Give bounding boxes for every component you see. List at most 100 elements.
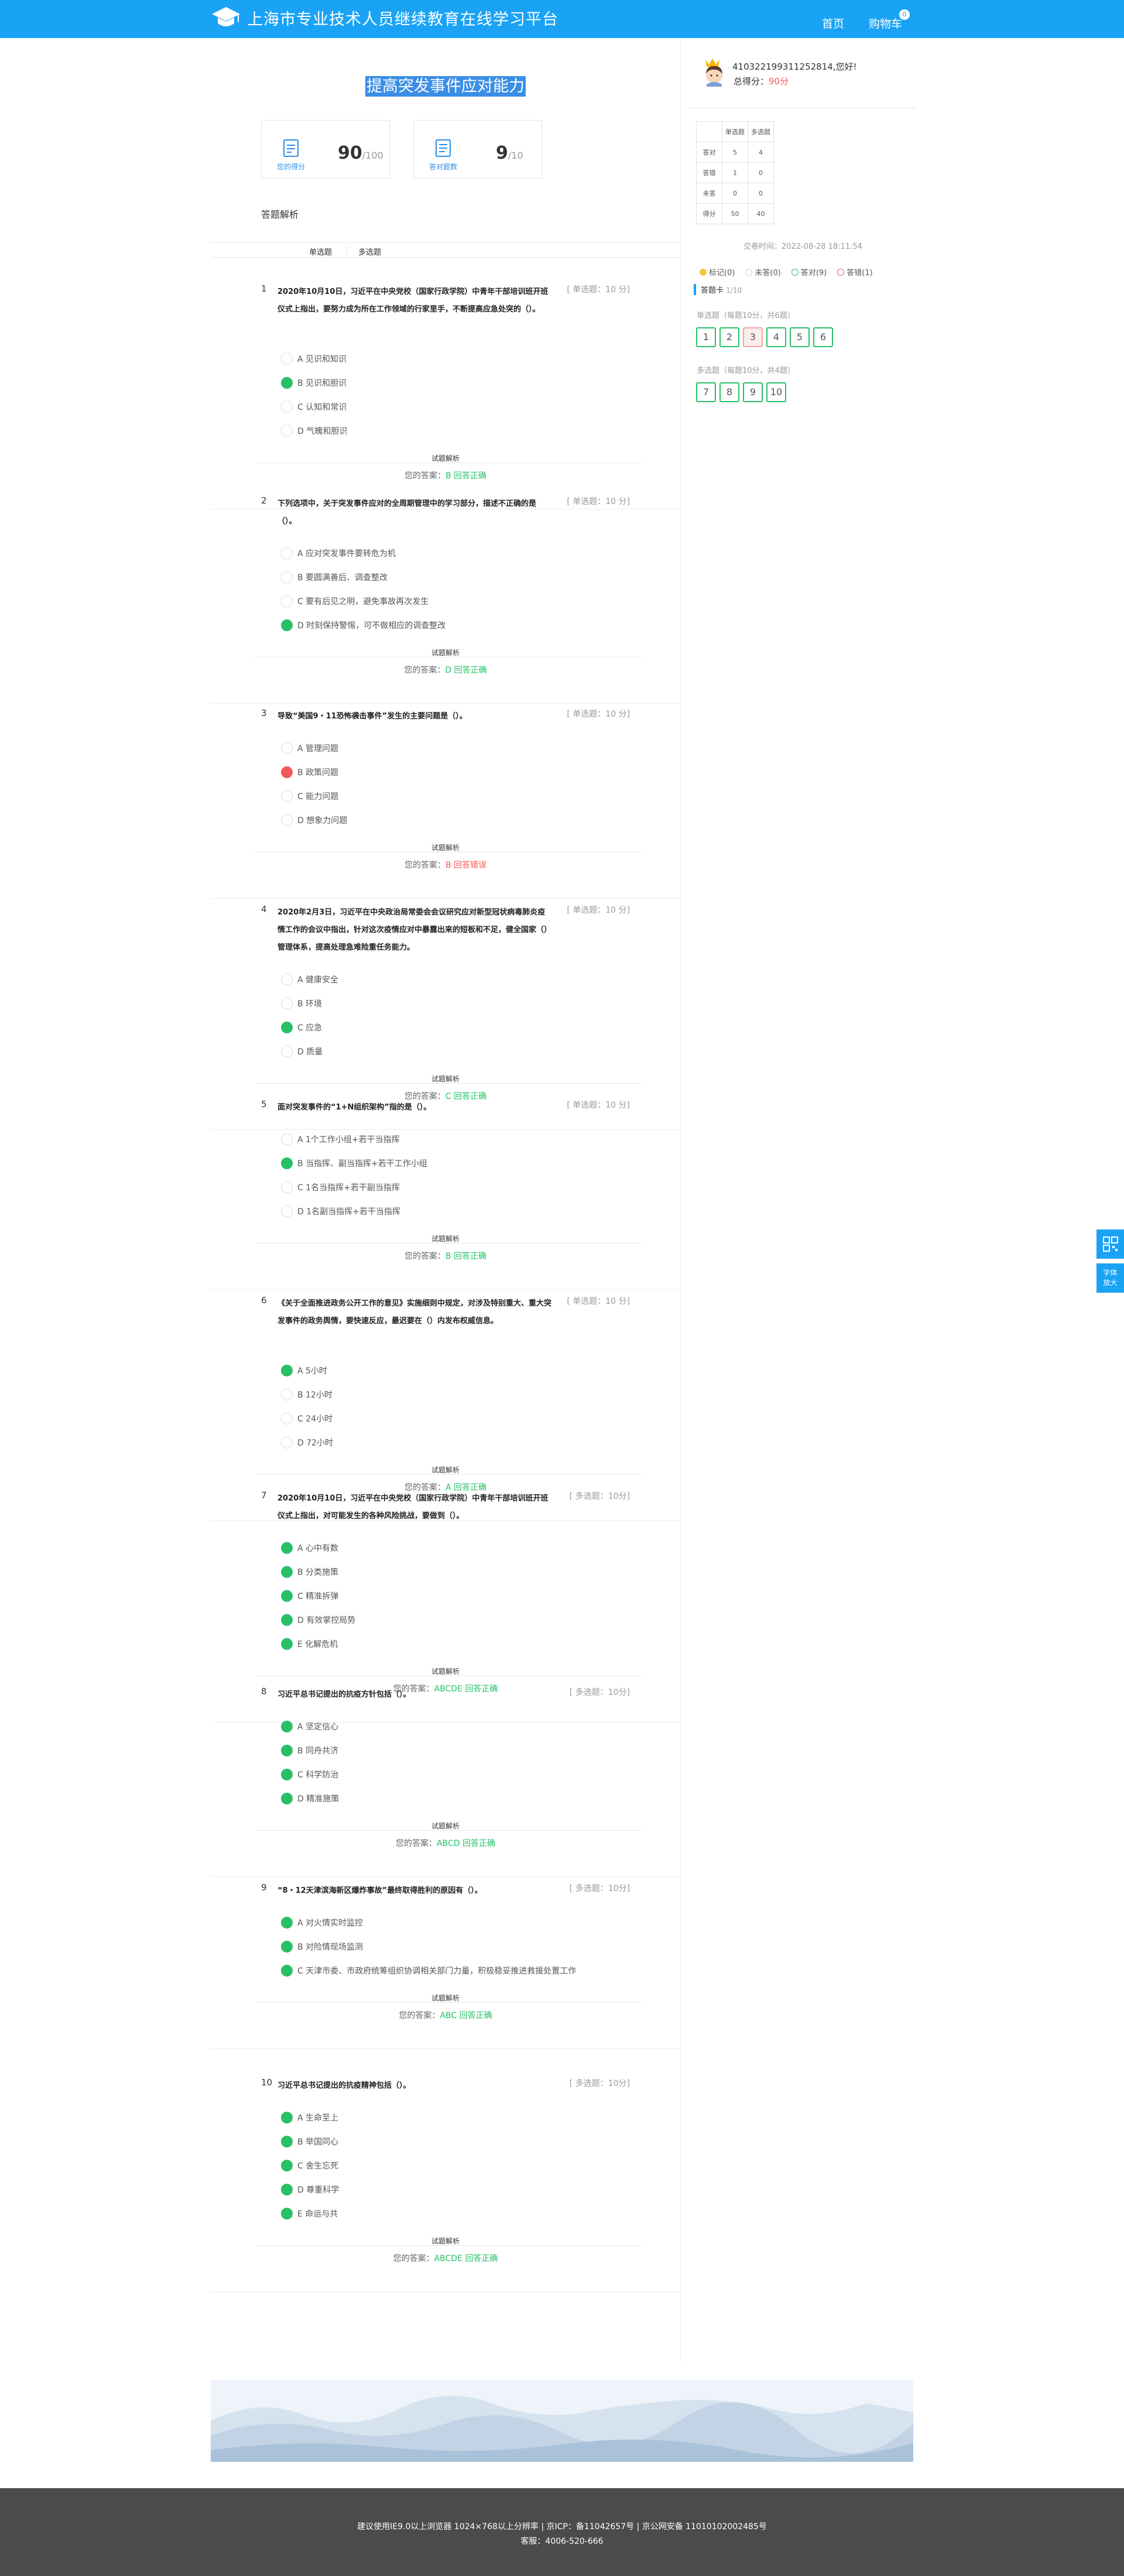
option-radio[interactable]	[281, 377, 293, 389]
option-radio[interactable]	[281, 2184, 293, 2195]
answer-option[interactable]: A 心中有数	[281, 1542, 338, 1554]
answer-card-question[interactable]: 5	[790, 327, 810, 347]
option-radio[interactable]	[281, 1941, 293, 1952]
answer-option[interactable]: C 能力问题	[281, 790, 338, 803]
explanation-toggle[interactable]: 试题解析	[261, 2236, 630, 2246]
answer-card-question[interactable]: 6	[813, 327, 833, 347]
option-radio[interactable]	[281, 353, 293, 365]
option-radio[interactable]	[281, 2160, 293, 2171]
answer-option[interactable]: C 要有后见之明，避免事故再次发生	[281, 595, 429, 608]
option-radio[interactable]	[281, 790, 293, 802]
answer-option[interactable]: C 舍生忘死	[281, 2159, 338, 2172]
answer-option[interactable]: B 要圆满善后、调查整改	[281, 571, 388, 584]
answer-option[interactable]: A 生命至上	[281, 2111, 338, 2124]
answer-option[interactable]: B 见识和胆识	[281, 376, 347, 389]
option-radio[interactable]	[281, 1205, 293, 1217]
option-radio[interactable]	[281, 595, 293, 607]
option-radio[interactable]	[281, 1769, 293, 1780]
answer-option[interactable]: C 24小时	[281, 1412, 333, 1425]
option-radio[interactable]	[281, 1638, 293, 1650]
answer-option[interactable]: B 分类施策	[281, 1566, 338, 1578]
option-radio[interactable]	[281, 1022, 293, 1033]
answer-option[interactable]: B 同舟共济	[281, 1744, 338, 1757]
option-radio[interactable]	[281, 1721, 293, 1732]
option-radio[interactable]	[281, 571, 293, 583]
answer-card-question[interactable]: 3	[743, 327, 763, 347]
answer-option[interactable]: D 时刻保持警惕，可不做相应的调查整改	[281, 619, 446, 632]
answer-option[interactable]: A 对火情实时监控	[281, 1916, 363, 1929]
answer-option[interactable]: C 科学防治	[281, 1768, 338, 1781]
answer-option[interactable]: C 1名当指挥+若干副当指挥	[281, 1181, 400, 1194]
answer-option[interactable]: B 12小时	[281, 1388, 333, 1401]
option-radio[interactable]	[281, 1157, 293, 1169]
option-radio[interactable]	[281, 1590, 293, 1602]
answer-card-question[interactable]: 8	[719, 382, 739, 402]
option-radio[interactable]	[281, 1133, 293, 1145]
answer-option[interactable]: D 尊重科学	[281, 2183, 339, 2196]
answer-option[interactable]: A 5小时	[281, 1364, 327, 1377]
answer-option[interactable]: E 化解危机	[281, 1638, 338, 1650]
site-logo[interactable]: 上海市专业技术人员继续教育在线学习平台	[211, 5, 558, 30]
option-radio[interactable]	[281, 401, 293, 413]
explanation-toggle[interactable]: 试题解析	[261, 1465, 630, 1475]
explanation-toggle[interactable]: 试题解析	[261, 1993, 630, 2003]
tab-single-choice[interactable]: 单选题	[309, 246, 332, 257]
explanation-toggle[interactable]: 试题解析	[261, 1821, 630, 1831]
answer-option[interactable]: C 天津市委、市政府统筹组织协调相关部门力量，积极稳妥推进救援处置工作	[281, 1964, 576, 1977]
answer-card-question[interactable]: 7	[696, 382, 716, 402]
option-radio[interactable]	[281, 1566, 293, 1578]
answer-option[interactable]: A 应对突发事件要转危为机	[281, 547, 396, 560]
tab-multi-choice[interactable]: 多选题	[358, 246, 381, 257]
answer-card-question[interactable]: 10	[766, 382, 786, 402]
option-radio[interactable]	[281, 1389, 293, 1400]
answer-option[interactable]: D 质量	[281, 1045, 323, 1058]
explanation-toggle[interactable]: 试题解析	[261, 453, 630, 463]
option-radio[interactable]	[281, 1046, 293, 1057]
answer-option[interactable]: C 应急	[281, 1021, 322, 1034]
option-radio[interactable]	[281, 974, 293, 985]
option-radio[interactable]	[281, 814, 293, 826]
answer-option[interactable]: E 命运与共	[281, 2207, 338, 2220]
nav-home-link[interactable]: 首页	[822, 15, 844, 31]
option-radio[interactable]	[281, 1437, 293, 1448]
answer-option[interactable]: B 对险情现场监测	[281, 1940, 363, 1953]
answer-option[interactable]: D 1名副当指挥+若干当指挥	[281, 1205, 400, 1218]
qr-code-button[interactable]	[1096, 1229, 1124, 1259]
option-radio[interactable]	[281, 1793, 293, 1804]
explanation-toggle[interactable]: 试题解析	[261, 648, 630, 657]
option-radio[interactable]	[281, 1745, 293, 1756]
answer-option[interactable]: B 政策问题	[281, 766, 338, 779]
option-radio[interactable]	[281, 742, 293, 754]
answer-option[interactable]: D 72小时	[281, 1436, 333, 1449]
answer-option[interactable]: B 举国同心	[281, 2135, 338, 2148]
explanation-toggle[interactable]: 试题解析	[261, 1074, 630, 1084]
option-radio[interactable]	[281, 619, 293, 631]
option-radio[interactable]	[281, 1181, 293, 1193]
option-radio[interactable]	[281, 547, 293, 559]
answer-option[interactable]: D 想象力问题	[281, 814, 347, 827]
answer-option[interactable]: D 精准施策	[281, 1792, 339, 1805]
answer-option[interactable]: C 精准拆弹	[281, 1590, 338, 1602]
font-enlarge-button[interactable]: 字体放大	[1096, 1263, 1124, 1293]
option-radio[interactable]	[281, 1965, 293, 1976]
option-radio[interactable]	[281, 998, 293, 1009]
option-radio[interactable]	[281, 2208, 293, 2219]
option-radio[interactable]	[281, 425, 293, 437]
answer-option[interactable]: C 认知和常识	[281, 400, 347, 413]
option-radio[interactable]	[281, 1413, 293, 1424]
explanation-toggle[interactable]: 试题解析	[261, 1234, 630, 1244]
answer-option[interactable]: A 坚定信心	[281, 1720, 338, 1733]
answer-option[interactable]: A 见识和知识	[281, 352, 347, 365]
option-radio[interactable]	[281, 1542, 293, 1554]
explanation-toggle[interactable]: 试题解析	[261, 842, 630, 852]
answer-card-question[interactable]: 9	[743, 382, 763, 402]
explanation-toggle[interactable]: 试题解析	[261, 1666, 630, 1676]
option-radio[interactable]	[281, 766, 293, 778]
option-radio[interactable]	[281, 1614, 293, 1626]
answer-card-question[interactable]: 2	[719, 327, 739, 347]
option-radio[interactable]	[281, 1365, 293, 1376]
answer-option[interactable]: B 环境	[281, 997, 322, 1010]
option-radio[interactable]	[281, 1917, 293, 1928]
answer-option[interactable]: B 当指挥、副当指挥+若干工作小组	[281, 1157, 427, 1170]
answer-option[interactable]: A 管理问题	[281, 742, 338, 755]
